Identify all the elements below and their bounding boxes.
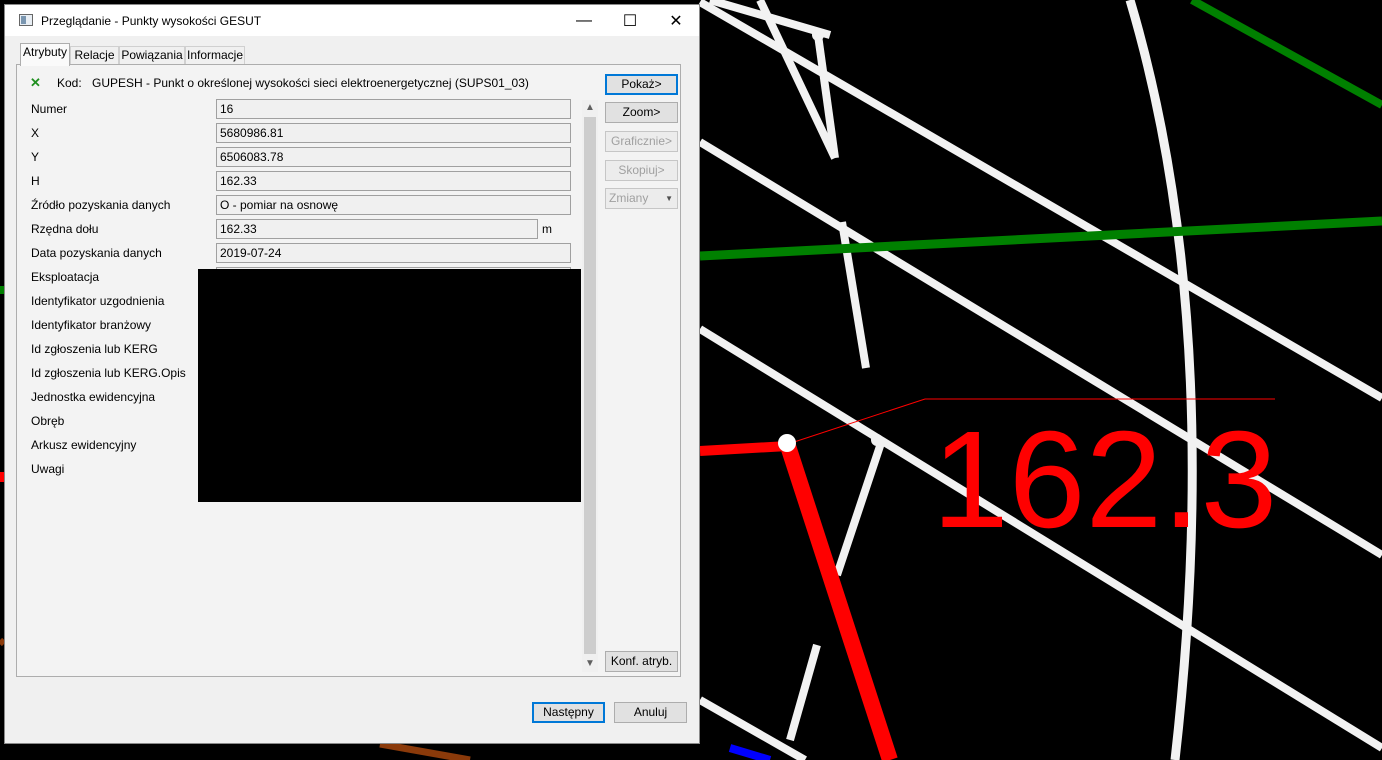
field-data-pozyskania-input[interactable]: 2019-07-24: [216, 243, 571, 263]
scroll-up-arrow-icon[interactable]: ▲: [582, 100, 598, 116]
konf-atryb-button[interactable]: Konf. atryb.: [605, 651, 678, 672]
cad-height-label: 162.3: [932, 403, 1277, 557]
rzedna-dolu-unit: m: [542, 222, 552, 236]
zmiany-dropdown[interactable]: Zmiany ▼: [605, 188, 678, 209]
field-label-numer: Numer: [31, 102, 68, 116]
maximize-button[interactable]: ☐: [607, 5, 653, 36]
pokaz-button[interactable]: Pokaż>: [605, 74, 678, 95]
field-label-x: X: [31, 126, 40, 140]
title-bar[interactable]: Przeglądanie - Punkty wysokości GESUT — …: [5, 5, 699, 36]
field-label-obreb: Obręb: [31, 414, 65, 428]
field-label-zrodlo: Źródło pozyskania danych: [31, 198, 171, 212]
field-rzedna-dolu-input[interactable]: 162.33: [216, 219, 538, 239]
field-h-input[interactable]: 162.33: [216, 171, 571, 191]
field-label-id-uzgodnienia: Identyfikator uzgodnienia: [31, 294, 165, 308]
graficznie-button[interactable]: Graficznie>: [605, 131, 678, 152]
field-label-eksploatacja: Eksploatacja: [31, 270, 100, 284]
zmiany-label: Zmiany: [609, 191, 649, 205]
tab-informacje[interactable]: Informacje: [185, 46, 245, 64]
tab-powiazania[interactable]: Powiązania: [119, 46, 185, 64]
field-numer-input[interactable]: 16: [216, 99, 571, 119]
field-y-input[interactable]: 6506083.78: [216, 147, 571, 167]
attributes-scrollbar[interactable]: ▲ ▼: [582, 100, 598, 672]
field-label-rzedna-dolu: Rzędna dołu: [31, 222, 99, 236]
field-label-y: Y: [31, 150, 40, 164]
minimize-button[interactable]: —: [561, 5, 607, 36]
cad-red-line: [699, 441, 789, 456]
cad-selected-point: [778, 434, 796, 452]
scroll-down-arrow-icon[interactable]: ▼: [582, 656, 598, 672]
field-label-id-kerg-opis: Id zgłoszenia lub KERG.Opis: [31, 366, 186, 380]
field-x-input[interactable]: 5680986.81: [216, 123, 571, 143]
skopiuj-button[interactable]: Skopiuj>: [605, 160, 678, 181]
anuluj-button[interactable]: Anuluj: [614, 702, 687, 723]
cad-node: [871, 434, 883, 446]
field-label-data-pozyskania: Data pozyskania danych: [31, 246, 162, 260]
field-label-id-kerg: Id zgłoszenia lub KERG: [31, 342, 158, 356]
field-label-id-branzowy: Identyfikator branżowy: [31, 318, 152, 332]
tab-atrybuty[interactable]: Atrybuty: [20, 43, 70, 66]
cad-node: [812, 29, 824, 41]
tab-relacje[interactable]: Relacje: [70, 46, 119, 64]
zoom-button[interactable]: Zoom>: [605, 102, 678, 123]
field-label-jednostka: Jednostka ewidencyjna: [31, 390, 156, 404]
chevron-down-icon: ▼: [665, 194, 673, 203]
window-title: Przeglądanie - Punkty wysokości GESUT: [41, 14, 262, 28]
field-label-uwagi: Uwagi: [31, 462, 65, 476]
close-button[interactable]: ✕: [653, 5, 699, 36]
field-label-arkusz: Arkusz ewidencyjny: [31, 438, 137, 452]
redacted-area: [198, 269, 581, 502]
scroll-thumb[interactable]: [584, 117, 596, 654]
kod-value: GUPESH - Punkt o określonej wysokości si…: [92, 76, 529, 90]
field-zrodlo-input[interactable]: O - pomiar na osnowę: [216, 195, 571, 215]
status-check-icon: ✕: [30, 75, 41, 90]
field-label-h: H: [31, 174, 40, 188]
window-app-icon: [19, 14, 33, 26]
nastepny-button[interactable]: Następny: [532, 702, 605, 723]
kod-label: Kod:: [57, 76, 82, 90]
